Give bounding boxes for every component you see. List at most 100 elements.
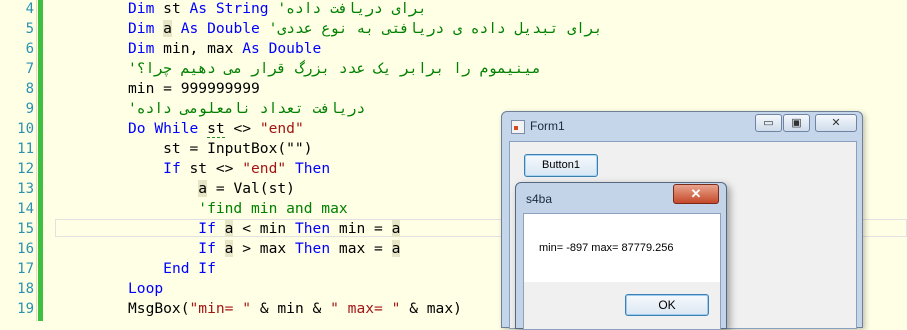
code-token: min, max <box>163 40 243 57</box>
code-text[interactable]: Loop <box>128 279 163 299</box>
code-text[interactable]: Do While st <> "end" <box>128 119 304 139</box>
code-token: "end" <box>242 160 287 177</box>
code-text[interactable]: Dim st As String 'برای دریافت داده <box>128 0 427 19</box>
code-line[interactable]: 5 Dim a As Double 'برای تبدیل داده ی دریا… <box>0 19 907 39</box>
code-token: End If <box>163 260 216 277</box>
code-token: Dim <box>128 0 164 17</box>
code-text[interactable]: End If <box>128 259 216 279</box>
code-token: min = 999999999 <box>128 80 260 97</box>
code-token: If <box>198 220 225 237</box>
code-text[interactable]: Dim a As Double 'برای تبدیل داده ی دریاف… <box>128 19 603 39</box>
line-number: 18 <box>17 281 34 297</box>
code-token: Do While <box>128 120 208 137</box>
code-line[interactable]: 8 min = 999999999 <box>0 79 907 99</box>
line-number: 11 <box>17 141 34 157</box>
code-token: st <box>207 120 225 138</box>
code-text[interactable]: If a < min Then min = a <box>128 219 401 239</box>
code-token: If <box>198 240 225 257</box>
code-token: & min & <box>251 300 331 317</box>
line-number: 15 <box>17 221 34 237</box>
code-token: 'find min and max <box>128 200 348 217</box>
code-token: " max= " <box>330 300 401 317</box>
code-token: a <box>163 20 172 37</box>
code-token: As String <box>189 0 269 17</box>
line-number: 4 <box>25 1 34 17</box>
code-token: ' <box>128 100 137 117</box>
code-token: As Double <box>242 40 322 57</box>
ok-button[interactable]: OK <box>625 294 709 316</box>
code-text[interactable]: If st <> "end" Then <box>128 159 330 179</box>
code-token: Then <box>294 220 331 237</box>
code-token: Dim <box>128 40 164 57</box>
code-token: ' <box>268 0 287 17</box>
form1-titlebar[interactable]: Form1 ▭ ▣ ✕ <box>502 112 862 140</box>
code-token: st <> <box>189 160 243 177</box>
code-token: & max) <box>400 300 462 317</box>
persian-comment: برای دریافت داده <box>286 0 427 17</box>
code-token: > max <box>233 240 295 257</box>
code-token: a <box>198 180 208 197</box>
maximize-button[interactable]: ▣ <box>783 114 810 132</box>
line-number: 7 <box>25 61 34 77</box>
code-token: = Val(st) <box>207 180 295 197</box>
code-token: st = InputBox("") <box>128 140 313 157</box>
code-line[interactable]: 6 Dim min, max As Double <box>0 39 907 59</box>
code-token: a <box>391 220 401 237</box>
code-token: Then <box>286 160 331 177</box>
code-token: max = <box>330 240 392 257</box>
line-number: 16 <box>17 241 34 257</box>
code-token: MsgBox( <box>128 300 190 317</box>
line-number: 12 <box>17 161 34 177</box>
code-text[interactable]: 'find min and max <box>128 199 348 219</box>
message-box-dialog[interactable]: s4ba ✕ min= -897 max= 87779.256 OK <box>515 182 727 330</box>
message-box-close-button[interactable]: ✕ <box>673 184 719 204</box>
line-number: 14 <box>17 201 34 217</box>
persian-comment: برای تبدیل داده ی دریافتی به نوع عددی <box>277 20 603 37</box>
code-text[interactable]: st = InputBox("") <box>128 139 313 159</box>
code-token: st <box>163 0 190 17</box>
line-number: 13 <box>17 181 34 197</box>
code-token: If <box>163 160 190 177</box>
window-app-icon <box>511 120 525 134</box>
code-token: a <box>391 240 401 257</box>
line-number: 8 <box>25 81 34 97</box>
code-text[interactable]: Dim min, max As Double <box>128 39 321 59</box>
code-text[interactable]: If a > max Then max = a <box>128 239 401 259</box>
code-line[interactable]: 7 'مینیموم را برابر یک عدد بزرگ قرار می د… <box>0 59 907 79</box>
line-number: 10 <box>17 121 34 137</box>
code-token: "end" <box>259 120 304 137</box>
code-text[interactable]: min = 999999999 <box>128 79 260 99</box>
code-token: As Double <box>180 20 260 37</box>
code-text[interactable]: MsgBox("min= " & min & " max= " & max) <box>128 299 462 319</box>
persian-comment: مینیموم را برابر یک عدد بزرگ قرار می دهی… <box>136 60 541 77</box>
code-text[interactable]: a = Val(st) <box>128 179 295 199</box>
code-text[interactable]: 'مینیموم را برابر یک عدد بزرگ قرار می ده… <box>128 59 541 79</box>
minimize-button[interactable]: ▭ <box>755 114 782 132</box>
persian-comment: دریافت تعداد نامعلومی داده <box>136 100 366 117</box>
code-token: ' <box>259 20 278 37</box>
form1-title: Form1 <box>530 119 565 133</box>
line-number: 19 <box>17 301 34 317</box>
message-box-body: min= -897 max= 87779.256 OK <box>523 213 721 330</box>
line-number: 17 <box>17 261 34 277</box>
code-token: ' <box>128 60 137 77</box>
line-number: 9 <box>25 101 34 117</box>
code-line[interactable]: 4 Dim st As String 'برای دریافت داده <box>0 0 907 19</box>
form1-close-button[interactable]: ✕ <box>815 114 857 132</box>
code-token: Then <box>294 240 331 257</box>
button1[interactable]: Button1 <box>524 154 598 177</box>
code-token: <> <box>224 120 260 137</box>
code-token: Dim <box>128 20 164 37</box>
code-token: min = <box>330 220 392 237</box>
code-text[interactable]: 'دریافت تعداد نامعلومی داده <box>128 99 365 119</box>
line-number: 5 <box>25 21 34 37</box>
code-token: "min= " <box>189 300 252 317</box>
code-token: Loop <box>128 280 164 297</box>
message-box-title: s4ba <box>526 192 553 206</box>
